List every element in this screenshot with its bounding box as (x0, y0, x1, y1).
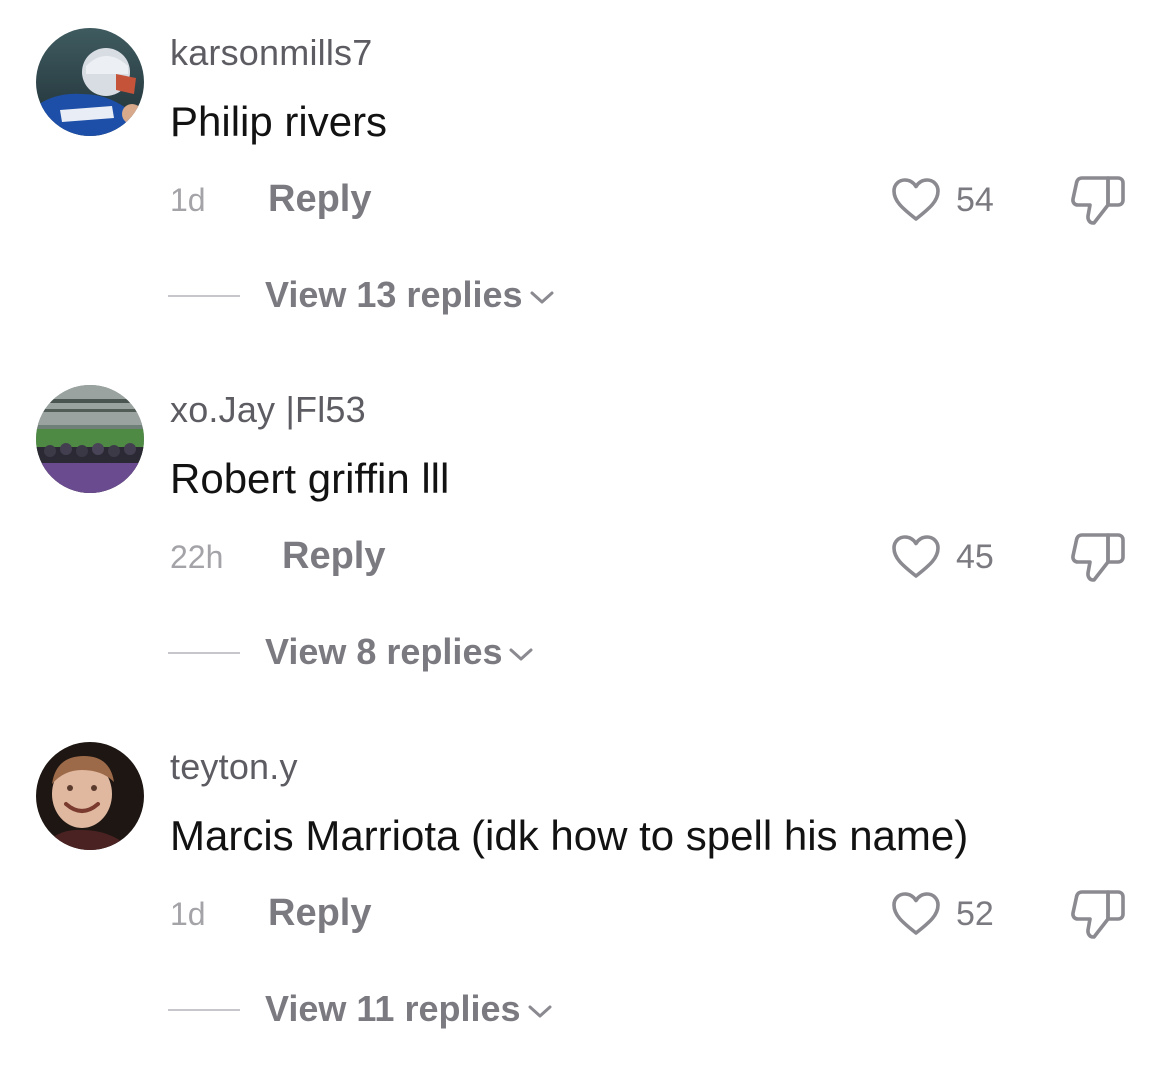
view-replies-label: View 11 replies (265, 988, 521, 1029)
comment-item: karsonmills7 Philip rivers 1d Reply 54 V… (0, 0, 1170, 357)
chevron-down-icon (530, 291, 554, 304)
avatar[interactable] (36, 742, 144, 850)
like-button[interactable]: 45 (890, 529, 994, 585)
like-count: 45 (956, 538, 994, 576)
like-button[interactable]: 52 (890, 886, 994, 942)
reply-button[interactable]: Reply (268, 890, 371, 936)
dislike-button[interactable] (1068, 886, 1128, 942)
timestamp: 1d (170, 182, 206, 218)
reply-button[interactable]: Reply (282, 533, 385, 579)
view-replies-button[interactable]: View 11 replies (265, 986, 553, 1032)
view-replies-label: View 13 replies (265, 274, 523, 315)
replies-divider (168, 295, 240, 297)
heart-outline-icon (892, 535, 940, 578)
heart-outline-icon (892, 178, 940, 221)
timestamp: 22h (170, 539, 224, 575)
chevron-down-icon (509, 648, 533, 661)
comment-text: Marcis Marriota (idk how to spell his na… (170, 812, 969, 859)
view-replies-button[interactable]: View 8 replies (265, 629, 534, 675)
like-button[interactable]: 54 (890, 172, 994, 228)
heart-outline-icon (892, 892, 940, 935)
view-replies-button[interactable]: View 13 replies (265, 272, 555, 318)
comment-item: teyton.y Marcis Marriota (idk how to spe… (0, 714, 1170, 1071)
smiling-kid-avatar (36, 742, 144, 850)
replies-divider (168, 1009, 240, 1011)
dislike-button[interactable] (1068, 529, 1128, 585)
avatar[interactable] (36, 28, 144, 136)
username[interactable]: xo.Jay |Fl53 (170, 387, 366, 433)
avatar[interactable] (36, 385, 144, 493)
dislike-button[interactable] (1068, 172, 1128, 228)
view-replies-label: View 8 replies (265, 631, 503, 672)
username[interactable]: karsonmills7 (170, 30, 372, 76)
username[interactable]: teyton.y (170, 744, 298, 790)
like-count: 52 (956, 895, 994, 933)
timestamp: 1d (170, 896, 206, 932)
comment-text: Philip rivers (170, 98, 388, 145)
thumbs-down-outline-icon (1071, 890, 1125, 939)
thumbs-down-outline-icon (1071, 176, 1125, 225)
comment-text: Robert griffin lll (170, 455, 450, 502)
stadium-team-avatar (36, 385, 144, 493)
like-count: 54 (956, 181, 994, 219)
chevron-down-icon (528, 1005, 552, 1018)
reply-button[interactable]: Reply (268, 176, 371, 222)
football-player-avatar (36, 28, 144, 136)
thumbs-down-outline-icon (1071, 533, 1125, 582)
replies-divider (168, 652, 240, 654)
comment-item: xo.Jay |Fl53 Robert griffin lll 22h Repl… (0, 357, 1170, 714)
